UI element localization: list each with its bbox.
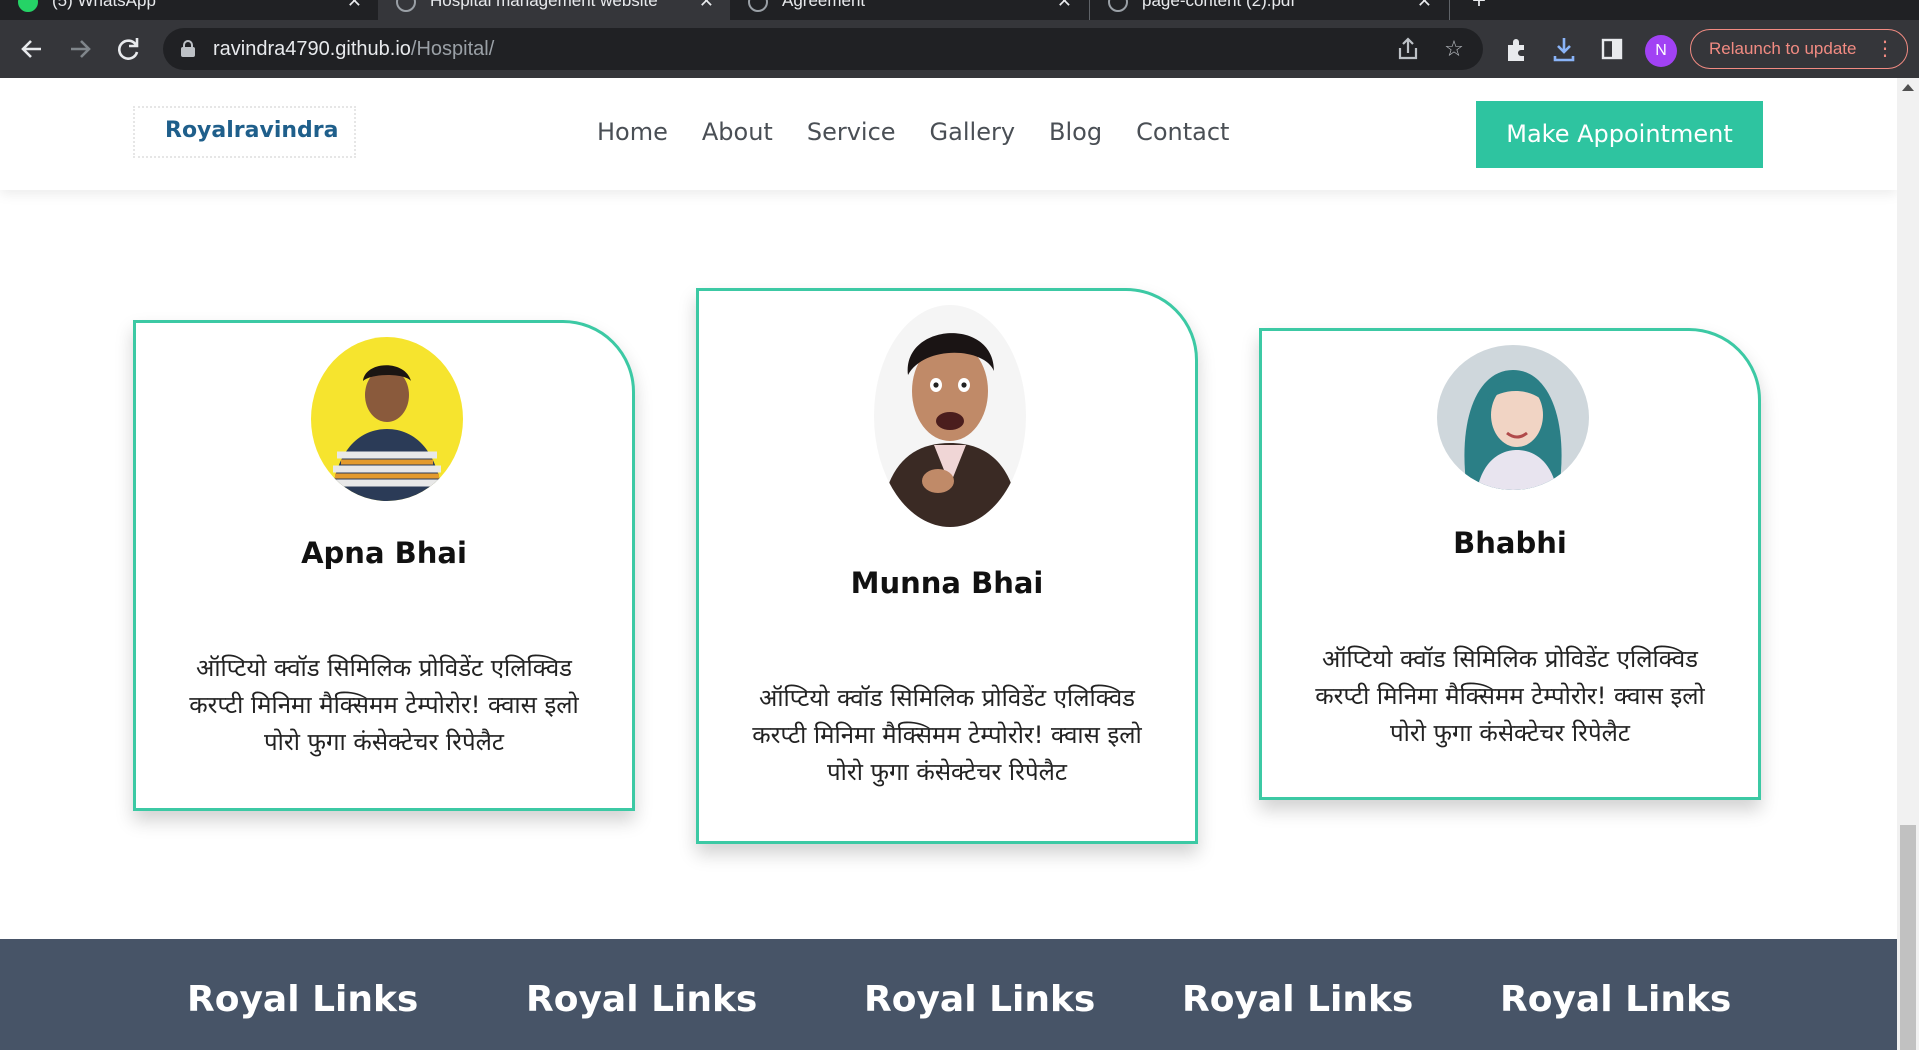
url-host: ravindra4790.github.io [213, 38, 411, 60]
nav-contact[interactable]: Contact [1136, 118, 1229, 146]
share-icon[interactable] [1393, 34, 1423, 64]
globe-icon [396, 0, 416, 12]
tab-hospital[interactable]: Hospital management website ✕ [378, 0, 730, 20]
nav-home[interactable]: Home [597, 118, 668, 146]
person-description: ऑप्टियो क्वॉड सिमिलिक प्रोविडेंट एलिक्वि… [1315, 645, 1705, 747]
page-viewport: Royalravindra Home About Service Gallery… [0, 78, 1897, 1050]
scrollbar-thumb[interactable] [1900, 825, 1916, 1050]
team-card: Apna Bhai ऑप्टियो क्वॉड सिमिलिक प्रोविडे… [133, 320, 635, 811]
tab-title: Hospital management website [430, 0, 658, 10]
nav-service[interactable]: Service [807, 118, 896, 146]
close-icon[interactable]: ✕ [1057, 0, 1072, 14]
tab-title: Agreement [782, 0, 866, 10]
person-photo [311, 337, 463, 501]
extensions-icon[interactable] [1500, 33, 1532, 65]
reload-icon [118, 38, 139, 60]
footer-heading: Royal Links [1182, 979, 1414, 1020]
relaunch-label: Relaunch to update [1709, 39, 1857, 58]
nav-about[interactable]: About [702, 118, 773, 146]
arrow-right-icon [71, 40, 91, 58]
person-name: Apna Bhai [301, 536, 467, 570]
tab-strip: (5) WhatsApp ✕ Hospital management websi… [0, 0, 1919, 20]
new-tab-button[interactable]: + [1462, 0, 1502, 20]
kebab-menu-icon[interactable]: ⋮ [1875, 30, 1895, 68]
profile-avatar[interactable]: N [1645, 35, 1677, 67]
tab-title: page-content (2).pdf [1142, 0, 1296, 10]
site-footer: Royal Links Royal Links Royal Links Roya… [0, 939, 1897, 1050]
make-appointment-button[interactable]: Make Appointment [1476, 101, 1763, 168]
person-description: ऑप्टियो क्वॉड सिमिलिक प्रोविडेंट एलिक्वि… [752, 684, 1142, 786]
browser-toolbar: ravindra4790.github.io/Hospital/ ☆ N Rel… [0, 20, 1919, 78]
reload-button[interactable] [110, 31, 146, 67]
whatsapp-icon [18, 0, 38, 12]
close-icon[interactable]: ✕ [699, 0, 714, 14]
arrow-left-icon [21, 40, 41, 58]
close-icon[interactable]: ✕ [347, 0, 362, 14]
url-path: /Hospital/ [410, 38, 495, 60]
footer-heading: Royal Links [526, 979, 758, 1020]
team-card: Bhabhi ऑप्टियो क्वॉड सिमिलिक प्रोविडेंट … [1259, 328, 1761, 800]
nav-gallery[interactable]: Gallery [930, 118, 1015, 146]
team-card: Munna Bhai ऑप्टियो क्वॉड सिमिलिक प्रोविड… [696, 288, 1198, 844]
star-icon[interactable]: ☆ [1439, 34, 1469, 64]
page-scrollbar[interactable] [1897, 78, 1919, 1050]
site-logo[interactable]: Royalravindra [133, 106, 356, 158]
lock-icon [181, 40, 195, 57]
person-name: Bhabhi [1453, 526, 1567, 560]
footer-heading: Royal Links [187, 979, 419, 1020]
tab-separator [1449, 0, 1450, 20]
person-photo [1437, 345, 1589, 490]
address-bar[interactable]: ravindra4790.github.io/Hospital/ ☆ [163, 28, 1483, 70]
tab-title: (5) WhatsApp [52, 0, 156, 10]
side-panel-icon[interactable] [1596, 33, 1628, 65]
footer-heading: Royal Links [1500, 979, 1732, 1020]
footer-heading: Royal Links [864, 979, 1096, 1020]
tab-pdf[interactable]: page-content (2).pdf ✕ [1090, 0, 1448, 20]
close-icon[interactable]: ✕ [1417, 0, 1432, 14]
main-nav: Home About Service Gallery Blog Contact [597, 118, 1229, 146]
url-text: ravindra4790.github.io/Hospital/ [213, 28, 494, 70]
relaunch-button[interactable]: Relaunch to update ⋮ [1690, 29, 1908, 69]
site-header: Royalravindra Home About Service Gallery… [0, 78, 1897, 190]
globe-icon [1108, 0, 1128, 12]
tab-agreement[interactable]: Agreement ✕ [730, 0, 1088, 20]
globe-icon [748, 0, 768, 12]
person-description: ऑप्टियो क्वॉड सिमिलिक प्रोविडेंट एलिक्वि… [189, 654, 579, 756]
scroll-up-arrow-icon[interactable] [1902, 84, 1914, 91]
back-button[interactable] [14, 31, 50, 67]
person-photo [874, 305, 1026, 527]
person-name: Munna Bhai [850, 566, 1044, 600]
nav-blog[interactable]: Blog [1049, 118, 1102, 146]
tab-whatsapp[interactable]: (5) WhatsApp ✕ [0, 0, 378, 20]
plus-icon: + [1472, 0, 1487, 14]
download-icon[interactable] [1548, 33, 1580, 65]
forward-button[interactable] [62, 31, 98, 67]
